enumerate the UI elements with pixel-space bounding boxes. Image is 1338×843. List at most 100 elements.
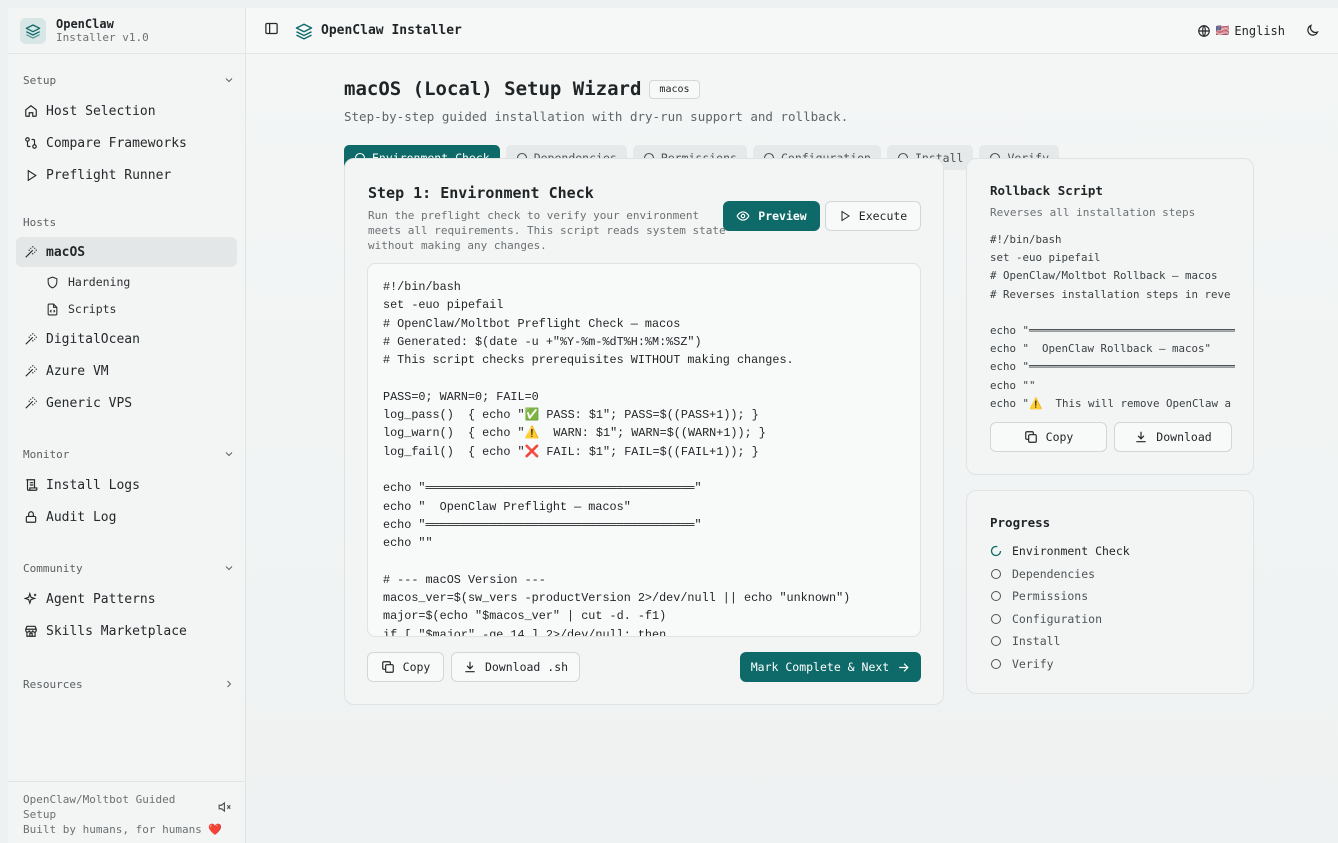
sidebar-item-skills-marketplace[interactable]: Skills Marketplace — [16, 616, 237, 646]
description-line: meets all requirements. This script read… — [368, 224, 726, 237]
mark-complete-next-button[interactable]: Mark Complete & Next — [740, 652, 921, 682]
chevron-right-icon — [227, 680, 232, 688]
download-icon — [1136, 431, 1146, 443]
section-header-resources[interactable]: Resources — [8, 674, 245, 694]
layers-icon — [295, 22, 313, 40]
sidebar-item-label: DigitalOcean — [46, 331, 140, 347]
copy-icon — [1024, 431, 1037, 443]
chevron-down-icon — [225, 78, 233, 83]
theme-toggle-moon-icon[interactable] — [1305, 23, 1320, 38]
sidebar-item-macos[interactable]: macOS — [16, 237, 237, 267]
rollback-code-block[interactable]: #!/bin/bash set -euo pipefail # OpenClaw… — [990, 231, 1235, 415]
sidebar-item-label: Scripts — [68, 302, 117, 316]
progress-item-label: Verify — [1012, 656, 1054, 671]
chevron-down-icon — [225, 566, 233, 571]
copy-icon — [381, 661, 394, 673]
script-code: #!/bin/bash set -euo pipefail # OpenClaw… — [383, 280, 851, 637]
progress-item-label: Configuration — [1012, 611, 1103, 626]
play-icon — [841, 210, 850, 222]
sidebar-item-label: Install Logs — [46, 477, 140, 493]
sidebar-item-label: Agent Patterns — [46, 591, 156, 607]
sidebar-subitem-hardening[interactable]: Hardening — [44, 269, 237, 295]
file-code-icon — [44, 303, 60, 316]
sidebar-toggle-icon[interactable] — [264, 21, 279, 40]
loader-icon — [990, 545, 1004, 557]
download-sh-button[interactable]: Download .sh — [451, 652, 580, 682]
progress-item-dependencies: Dependencies — [990, 563, 1130, 586]
sidebar-item-install-logs[interactable]: Install Logs — [16, 470, 237, 500]
circle-icon — [990, 635, 1004, 647]
section-community: Community Agent Patterns Skills Marketpl… — [8, 558, 245, 646]
copy-label: Copy — [1045, 430, 1074, 444]
sidebar-item-label: Host Selection — [46, 103, 156, 119]
sidebar-item-label: Compare Frameworks — [46, 135, 187, 151]
sidebar-item-preflight-runner[interactable]: Preflight Runner — [16, 160, 237, 190]
circle-icon — [990, 658, 1004, 670]
topbar-title: OpenClaw Installer — [321, 23, 462, 38]
wand-icon — [23, 245, 39, 259]
copy-label: Copy — [402, 660, 431, 674]
wizard-content: macOS (Local) Setup Wizard macos Step-by… — [344, 78, 1264, 170]
progress-item-configuration: Configuration — [990, 608, 1130, 631]
download-label: Download .sh — [484, 660, 569, 674]
compare-icon — [23, 136, 39, 150]
sidebar-item-label: Hardening — [68, 275, 131, 289]
flag-icon: 🇺🇸 — [1215, 24, 1230, 37]
sidebar-item-compare-frameworks[interactable]: Compare Frameworks — [16, 128, 237, 158]
script-code-block[interactable]: #!/bin/bash set -euo pipefail # OpenClaw… — [367, 263, 921, 637]
language-label: English — [1234, 23, 1285, 38]
sidebar-item-audit-log[interactable]: Audit Log — [16, 502, 237, 532]
copy-button[interactable]: Copy — [367, 652, 444, 682]
sidebar-item-label: macOS — [46, 244, 86, 260]
sidebar: OpenClaw Installer v1.0 Setup Host Selec… — [8, 8, 246, 843]
sidebar-item-digitalocean[interactable]: DigitalOcean — [16, 324, 237, 354]
next-label: Mark Complete & Next — [750, 660, 890, 674]
section-header-community[interactable]: Community — [8, 558, 245, 578]
mute-icon[interactable] — [218, 800, 232, 818]
sidebar-item-azure-vm[interactable]: Azure VM — [16, 356, 237, 386]
progress-item-install: Install — [990, 630, 1130, 653]
sidebar-subitem-scripts[interactable]: Scripts — [44, 296, 237, 322]
progress-list: Environment Check Dependencies Permissio… — [990, 540, 1130, 675]
rollback-download-button[interactable]: Download — [1114, 422, 1232, 452]
circle-icon — [990, 568, 1004, 580]
brand[interactable]: OpenClaw Installer v1.0 — [8, 8, 245, 54]
rollback-subtitle: Reverses all installation steps — [990, 206, 1196, 219]
execute-label: Execute — [858, 209, 908, 223]
shield-icon — [44, 276, 60, 289]
footer-tagline: Built by humans, for humans ❤️ — [23, 823, 223, 836]
sidebar-item-generic-vps[interactable]: Generic VPS — [16, 388, 237, 418]
section-setup: Setup Host Selection Compare Frameworks … — [8, 70, 245, 190]
footer-line: OpenClaw/Moltbot Guided — [23, 793, 176, 806]
scroll-icon — [23, 478, 39, 492]
footer-line: Setup — [23, 808, 57, 821]
chevron-down-icon — [225, 452, 233, 457]
section-monitor: Monitor Install Logs Audit Log — [8, 444, 245, 532]
sidebar-item-label: Audit Log — [46, 509, 117, 525]
sidebar-item-label: Generic VPS — [46, 395, 133, 411]
language-selector[interactable]: 🇺🇸 English — [1197, 24, 1285, 38]
circle-icon — [990, 590, 1004, 602]
preview-button[interactable]: Preview — [723, 201, 820, 231]
arrow-right-icon — [899, 662, 909, 672]
topbar: OpenClaw Installer 🇺🇸 English — [246, 8, 1338, 54]
sidebar-item-label: Preflight Runner — [46, 167, 172, 183]
sidebar-item-agent-patterns[interactable]: Agent Patterns — [16, 584, 237, 614]
eye-icon — [736, 211, 750, 221]
section-hosts: Hosts macOS Hardening Scripts DigitalOce… — [8, 212, 245, 418]
progress-card: Progress Environment Check Dependencies … — [966, 490, 1254, 694]
section-title: Monitor — [23, 447, 70, 461]
section-resources: Resources — [8, 674, 245, 694]
download-label: Download — [1156, 430, 1212, 444]
step-title: Step 1: Environment Check — [368, 184, 594, 202]
step-description: Run the preflight check to verify your e… — [368, 208, 728, 253]
section-header-setup[interactable]: Setup — [8, 70, 245, 90]
section-header-monitor[interactable]: Monitor — [8, 444, 245, 464]
lock-icon — [23, 510, 39, 524]
sidebar-item-host-selection[interactable]: Host Selection — [16, 96, 237, 126]
progress-title: Progress — [990, 515, 1051, 530]
execute-button[interactable]: Execute — [825, 201, 921, 231]
step-card: Step 1: Environment Check Run the prefli… — [344, 158, 944, 705]
sparkles-icon — [23, 592, 39, 606]
rollback-copy-button[interactable]: Copy — [990, 422, 1107, 452]
